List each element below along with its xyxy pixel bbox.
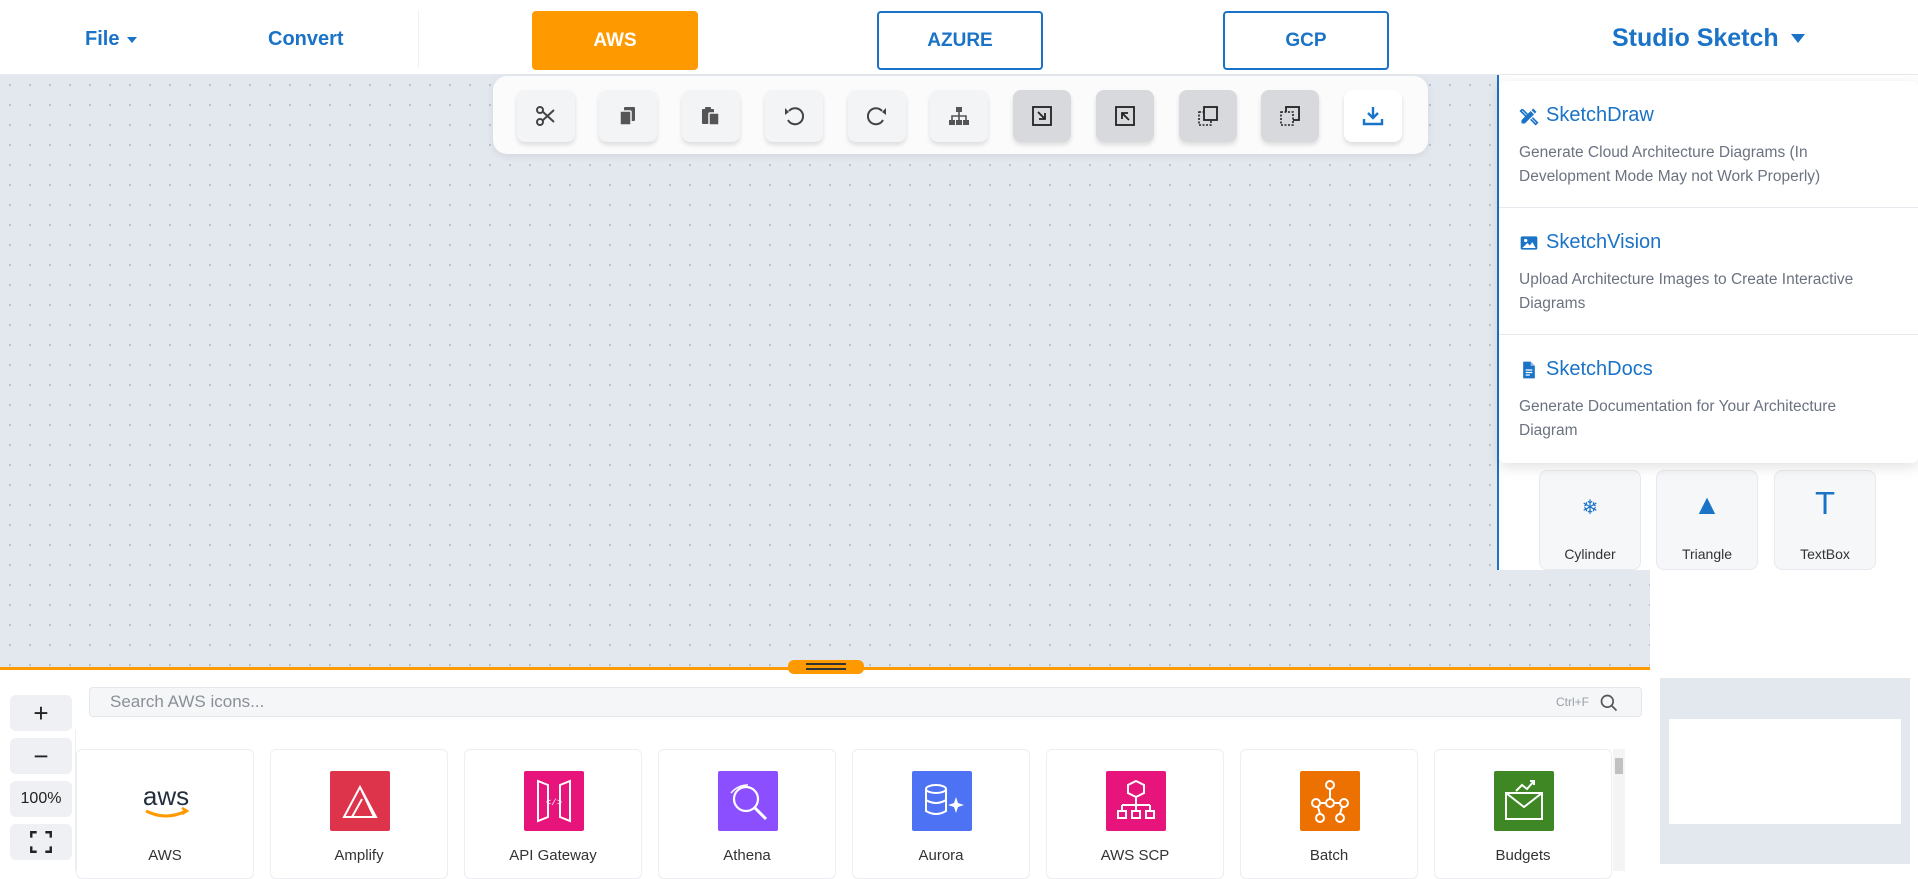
aws-service-card[interactable]: aws AWS [76,749,254,879]
triangle-icon: ▲ [1693,489,1721,520]
group-icon [1032,106,1052,126]
grip-line [806,668,846,670]
service-label: Aurora [918,847,964,864]
svg-text:aws: aws [143,781,189,811]
scp-icon [1106,771,1166,831]
azure-tab[interactable]: AZURE [877,11,1043,70]
shape-triangle[interactable]: ▲ Triangle [1656,470,1758,570]
edit-toolbar [493,76,1428,154]
service-label: Batch [1309,847,1349,864]
aws-service-card[interactable]: Batch [1240,749,1418,879]
menu-item-title: SketchVision [1546,231,1662,253]
cut-icon [536,106,555,126]
cylinder-icon: ❄ [1581,497,1599,519]
menu-item-description: Generate Documentation for Your Architec… [1519,398,1837,439]
batch-icon [1300,771,1360,831]
aws-service-card[interactable]: Athena [658,749,836,879]
fullscreen-icon [30,831,52,853]
search-icon[interactable] [1599,693,1619,713]
resize-handle[interactable] [788,660,864,674]
copy-icon [619,107,635,126]
send-back-button[interactable] [1261,90,1319,142]
chevron-down-icon [1790,34,1805,43]
studio-sketch-label: Studio Sketch [1612,24,1779,52]
menu-item-sketchvision[interactable]: SketchVision Upload Architecture Images … [1499,208,1918,335]
top-bar: File Convert AWS AZURE GCP Studio Sketch [0,0,1918,75]
shape-textbox[interactable]: T TextBox [1774,470,1876,570]
convert-button[interactable]: Convert [268,28,344,51]
layout-icon [949,107,969,125]
diagram-canvas[interactable] [0,75,1650,667]
text-icon: T [1815,487,1835,522]
download-button[interactable] [1344,90,1402,142]
studio-sketch-menu[interactable]: Studio Sketch [1612,24,1805,53]
send-back-icon [1280,106,1300,126]
minimap-viewport[interactable] [1669,719,1901,824]
ungroup-button[interactable] [1096,90,1154,142]
shape-label: Cylinder [1564,546,1616,562]
service-label: API Gateway [509,847,597,864]
zoom-in-button[interactable]: + [10,695,72,731]
service-label: Athena [723,847,771,864]
shape-label: TextBox [1800,546,1850,562]
ungroup-icon [1115,106,1135,126]
budgets-icon [1494,771,1554,831]
menu-item-sketchdraw[interactable]: SketchDraw Generate Cloud Architecture D… [1499,81,1918,208]
amplify-icon [330,771,390,831]
copy-button[interactable] [599,90,657,142]
auto-layout-button[interactable] [930,90,988,142]
download-icon [1362,107,1384,126]
fit-view-button[interactable] [10,824,72,860]
service-label: Amplify [334,847,384,864]
aws-service-card[interactable]: </> API Gateway [464,749,642,879]
group-button[interactable] [1013,90,1071,142]
file-menu[interactable]: File [85,28,138,51]
zoom-level: 100% [10,781,72,817]
image-icon [1520,235,1538,250]
gcp-tab[interactable]: GCP [1223,11,1389,70]
file-menu-label: File [85,28,120,50]
shape-cylinder[interactable]: ❄ Cylinder [1539,470,1641,570]
grip-line [806,663,846,665]
aws-service-card[interactable]: AWS SCP [1046,749,1224,879]
chevron-down-icon [127,36,138,43]
aws-service-card[interactable]: Aurora [852,749,1030,879]
service-label: Budgets [1495,847,1551,864]
athena-icon [718,771,778,831]
bring-front-button[interactable] [1179,90,1237,142]
api-gateway-icon: </> [524,771,584,831]
scrollbar-thumb[interactable] [1615,758,1623,774]
search-bar: Ctrl+F [89,687,1642,717]
studio-sketch-dropdown: SketchDraw Generate Cloud Architecture D… [1499,81,1918,463]
aws-logo-icon: aws [136,771,196,831]
menu-item-sketchdocs[interactable]: SketchDocs Generate Documentation for Yo… [1499,335,1918,462]
redo-icon [866,107,886,126]
redo-button[interactable] [848,90,906,142]
menu-item-title: SketchDocs [1546,358,1653,380]
menu-item-description: Upload Architecture Images to Create Int… [1519,271,1854,312]
aws-tab[interactable]: AWS [532,11,698,70]
document-icon [1523,361,1535,378]
undo-icon [785,107,805,126]
search-input[interactable] [90,688,1641,716]
bring-front-icon [1198,106,1218,126]
undo-button[interactable] [765,90,823,142]
svg-text:</>: </> [546,798,562,808]
divider [418,10,419,68]
aurora-icon [912,771,972,831]
shortcut-hint: Ctrl+F [1556,695,1589,709]
paste-button[interactable] [682,90,740,142]
pencil-ruler-icon [1519,108,1539,126]
aws-service-card[interactable]: Amplify [270,749,448,879]
service-label: AWS SCP [1100,847,1170,864]
menu-item-description: Generate Cloud Architecture Diagrams (In… [1519,144,1821,185]
menu-item-title: SketchDraw [1546,104,1654,126]
zoom-out-button[interactable]: − [10,738,72,774]
aws-service-card[interactable]: Budgets [1434,749,1612,879]
service-label: AWS [148,847,182,864]
shape-label: Triangle [1681,546,1733,562]
cut-button[interactable] [517,90,575,142]
paste-icon [702,107,720,126]
